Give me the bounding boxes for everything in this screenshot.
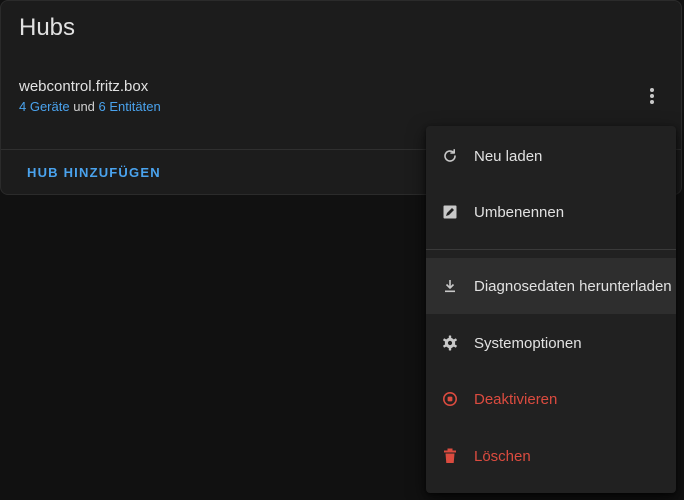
menu-item-label: Umbenennen <box>474 203 565 221</box>
reload-icon <box>442 148 458 164</box>
menu-item-label: Löschen <box>474 447 531 465</box>
menu-item-download-diagnostics[interactable]: Diagnosedaten herunterladen <box>426 258 676 314</box>
hub-entry: webcontrol.fritz.box 4 Geräte und 6 Enti… <box>19 78 161 116</box>
gear-icon <box>442 335 458 351</box>
hub-name: webcontrol.fritz.box <box>19 78 149 95</box>
hub-links: 4 Geräte und 6 Entitäten <box>19 98 161 116</box>
card-title: Hubs <box>19 14 76 41</box>
menu-item-rename[interactable]: Umbenennen <box>426 184 676 240</box>
menu-item-label: Systemoptionen <box>474 334 582 352</box>
menu-item-label: Deaktivieren <box>474 390 558 408</box>
menu-item-label: Diagnosedaten herunterladen <box>474 277 672 295</box>
stop-circle-icon <box>442 391 458 407</box>
page: Hubs webcontrol.fritz.box 4 Geräte und 6… <box>0 0 684 500</box>
connector-text: und <box>73 99 95 114</box>
menu-item-delete[interactable]: Löschen <box>426 428 676 484</box>
trash-icon <box>442 448 458 464</box>
devices-link[interactable]: 4 Geräte <box>19 99 70 114</box>
context-menu: Neu laden Umbenennen Diagnosedaten herun… <box>426 126 676 493</box>
more-vertical-icon <box>650 88 654 104</box>
menu-item-disable[interactable]: Deaktivieren <box>426 371 676 427</box>
menu-divider <box>426 249 676 250</box>
add-hub-button[interactable]: HUB HINZUFÜGEN <box>27 165 161 180</box>
download-icon <box>442 278 458 294</box>
menu-item-system-options[interactable]: Systemoptionen <box>426 315 676 371</box>
menu-item-label: Neu laden <box>474 147 543 165</box>
menu-item-reload[interactable]: Neu laden <box>426 128 676 184</box>
rename-icon <box>442 204 458 220</box>
entities-link[interactable]: 6 Entitäten <box>99 99 161 114</box>
overflow-menu-button[interactable] <box>637 81 667 111</box>
